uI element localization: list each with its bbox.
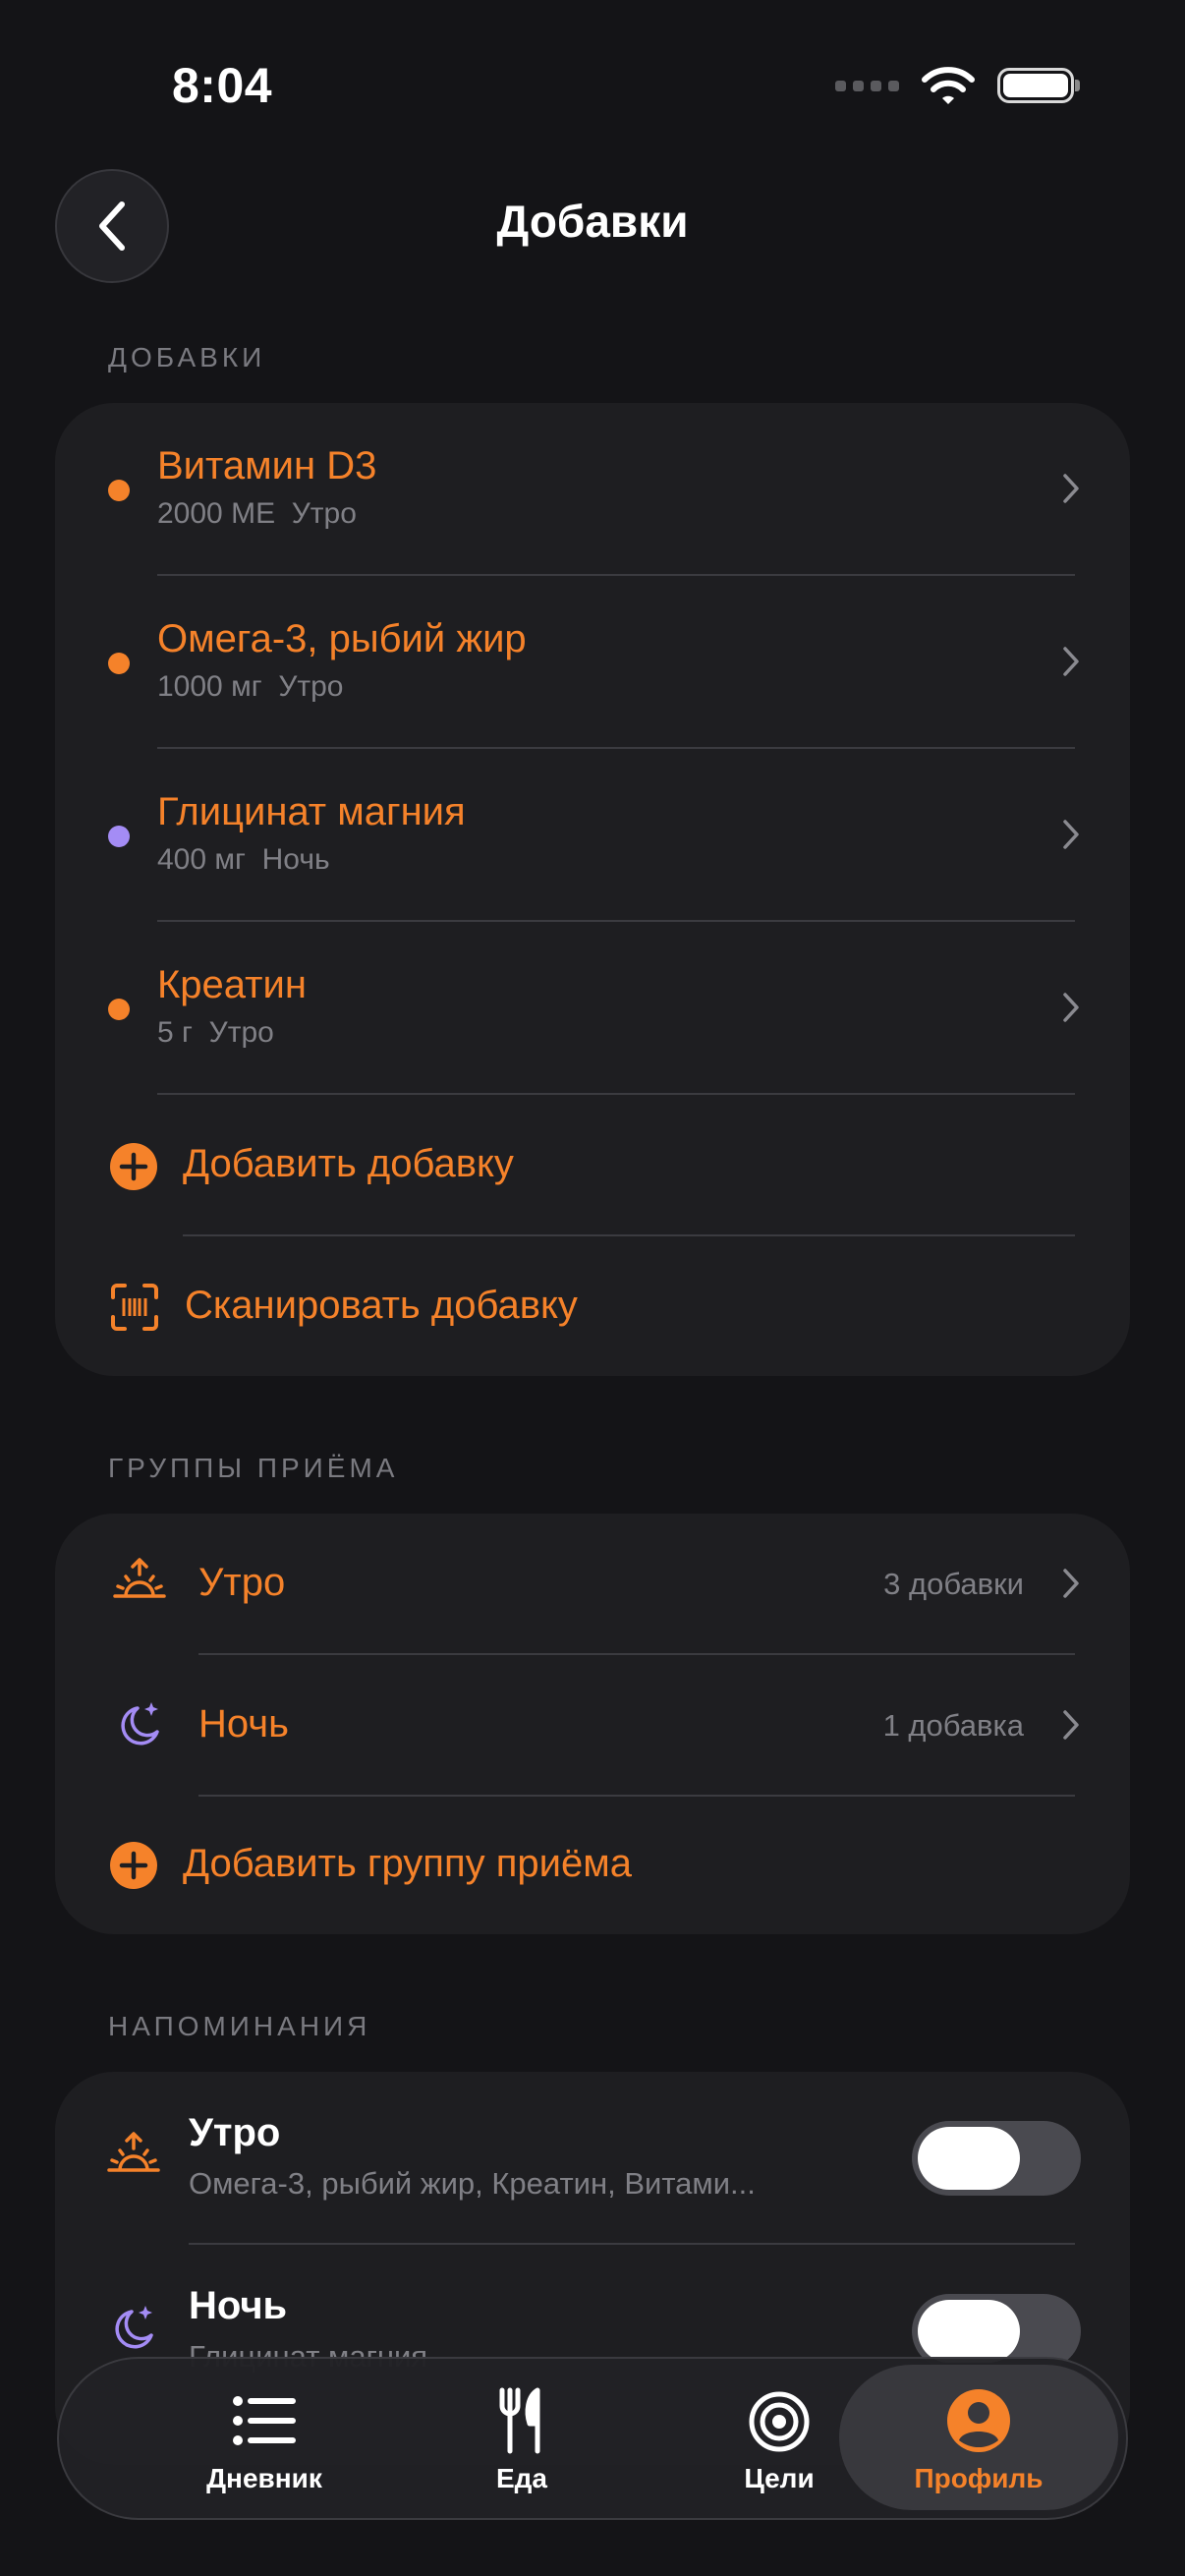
tab-food[interactable]: Еда	[393, 2359, 650, 2518]
section-title-reminders: НАПОМИНАНИЯ	[108, 2011, 371, 2041]
supplement-group: Утро	[208, 1016, 274, 1049]
fork-knife-icon	[499, 2387, 540, 2454]
supplement-name: Глицинат магния	[157, 790, 466, 833]
page-title: Добавки	[496, 196, 689, 247]
group-count: 1 добавка	[882, 1708, 1024, 1743]
barcode-scan-icon	[111, 1284, 158, 1331]
supplement-dose: 2000 МЕ	[157, 497, 276, 530]
status-time: 8:04	[172, 58, 273, 113]
reminder-row-morning: Утро Омега-3, рыбий жир, Креатин, Витами…	[55, 2072, 1130, 2243]
tab-label: Еда	[495, 2463, 548, 2493]
supplement-dose: 400 мг	[157, 843, 246, 876]
toggle-knob	[918, 2127, 1020, 2190]
group-row-morning[interactable]: Утро 3 добавки	[55, 1514, 1130, 1653]
battery-icon	[997, 68, 1080, 103]
group-row-night[interactable]: Ночь 1 добавка	[55, 1655, 1130, 1795]
chevron-right-icon	[1063, 820, 1079, 849]
status-dot	[108, 999, 130, 1020]
tab-profile[interactable]: Профиль	[839, 2359, 1118, 2518]
target-icon	[749, 2391, 810, 2452]
list-icon	[233, 2396, 296, 2445]
supplement-details: 1000 мг Утро	[157, 670, 343, 704]
sunrise-icon	[107, 2132, 160, 2172]
chevron-right-icon	[1063, 1710, 1079, 1740]
status-dot	[108, 826, 130, 847]
tab-diary[interactable]: Дневник	[136, 2359, 393, 2518]
chevron-right-icon	[1063, 474, 1079, 503]
reminder-toggle[interactable]	[912, 2121, 1081, 2196]
plus-circle-icon	[110, 1842, 157, 1889]
add-supplement-button[interactable]: Добавить добавку	[55, 1095, 1130, 1234]
group-name: Утро	[198, 1561, 286, 1604]
supplement-dose: 5 г	[157, 1016, 193, 1049]
chevron-right-icon	[1063, 993, 1079, 1022]
supplement-name: Витамин D3	[157, 444, 377, 487]
chevron-right-icon	[1063, 647, 1079, 676]
group-name: Ночь	[198, 1702, 289, 1746]
group-count: 3 добавки	[883, 1567, 1024, 1601]
scan-supplement-button[interactable]: Сканировать добавку	[55, 1236, 1130, 1376]
reminder-title: Ночь	[189, 2284, 288, 2327]
add-supplement-label: Добавить добавку	[183, 1142, 514, 1185]
moon-stars-icon	[121, 1702, 159, 1746]
scan-supplement-label: Сканировать добавку	[185, 1284, 578, 1327]
sunrise-icon	[113, 1558, 166, 1598]
supplement-details: 5 г Утро	[157, 1016, 274, 1050]
tab-bar: Дневник Еда Цели Профиль	[57, 2357, 1128, 2520]
supplement-group: Утро	[278, 670, 344, 703]
tab-label: Профиль	[914, 2463, 1044, 2493]
supplement-name: Креатин	[157, 963, 307, 1006]
supplement-row[interactable]: Креатин 5 г Утро	[55, 922, 1130, 1093]
supplement-dose: 1000 мг	[157, 670, 262, 703]
groups-card: Утро 3 добавки Ночь 1 добавка Добавить г…	[55, 1514, 1130, 1934]
wifi-icon	[922, 67, 975, 104]
supplement-row[interactable]: Витамин D3 2000 МЕ Утро	[55, 403, 1130, 574]
supplement-name: Омега-3, рыбий жир	[157, 617, 527, 660]
section-title-supplements: ДОБАВКИ	[108, 342, 266, 372]
supplement-details: 400 мг Ночь	[157, 843, 330, 877]
section-title-groups: ГРУППЫ ПРИЁМА	[108, 1453, 399, 1483]
status-dot	[108, 653, 130, 674]
supplement-group: Утро	[291, 497, 357, 530]
person-icon	[947, 2389, 1010, 2452]
reminder-title: Утро	[189, 2111, 281, 2154]
add-group-button[interactable]: Добавить группу приёма	[55, 1797, 1130, 1934]
supplement-details: 2000 МЕ Утро	[157, 497, 357, 531]
supplement-group: Ночь	[261, 843, 330, 876]
add-group-label: Добавить группу приёма	[183, 1842, 632, 1885]
supplements-card: Витамин D3 2000 МЕ Утро Омега-3, рыбий ж…	[55, 403, 1130, 1376]
reminder-subtitle: Омега-3, рыбий жир, Креатин, Витами...	[189, 2166, 756, 2201]
chevron-right-icon	[1063, 1569, 1079, 1598]
supplement-row[interactable]: Омега-3, рыбий жир 1000 мг Утро	[55, 576, 1130, 747]
plus-circle-icon	[110, 1143, 157, 1190]
tab-label: Дневник	[206, 2463, 322, 2493]
status-dot	[108, 480, 130, 501]
toggle-knob	[918, 2300, 1020, 2363]
moon-stars-icon	[115, 2306, 153, 2349]
signal-icon	[835, 80, 899, 91]
status-icons	[835, 65, 1080, 106]
supplement-row[interactable]: Глицинат магния 400 мг Ночь	[55, 749, 1130, 920]
